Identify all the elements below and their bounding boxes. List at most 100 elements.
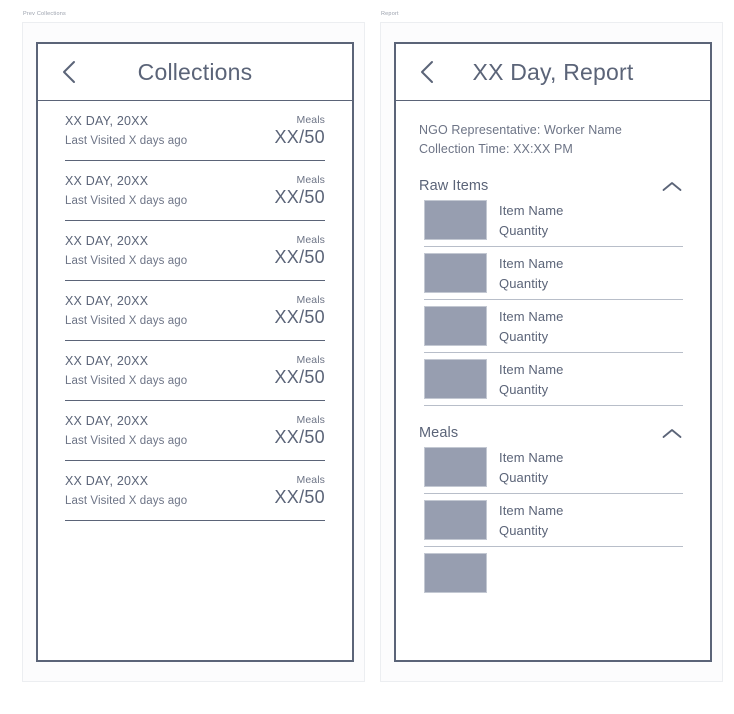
item-image-placeholder (424, 500, 487, 540)
collection-row-left: XX DAY, 20XX Last Visited X days ago (65, 174, 187, 207)
collection-last-visited: Last Visited X days ago (65, 135, 188, 147)
artboard-label-report: Report (381, 11, 399, 17)
item-quantity: Quantity (499, 469, 549, 485)
item-image-placeholder (424, 253, 487, 293)
chevron-up-glyph (662, 428, 682, 438)
item-quantity: Quantity (499, 328, 549, 344)
collection-row[interactable]: XX DAY, 20XX Last Visited X days ago Mea… (65, 161, 325, 221)
item-name: Item Name (499, 255, 564, 271)
collection-row-left: XX DAY, 20XX Last Visited X days ago (65, 234, 187, 267)
item-quantity: Quantity (499, 275, 549, 291)
item-text: Item Name Quantity (499, 503, 563, 538)
collection-meals-count: XX/50 (274, 367, 325, 387)
section-meals: Meals Item Name Quantity Item Name Quant… (419, 425, 687, 599)
collection-last-visited: Last Visited X days ago (65, 435, 188, 447)
back-button-report[interactable] (414, 59, 440, 85)
phone-frame-report: XX Day, Report NGO Representative: Worke… (394, 42, 712, 662)
page-title-collections: Collections (137, 58, 253, 85)
chevron-up-icon[interactable] (661, 179, 683, 193)
collection-row[interactable]: XX DAY, 20XX Last Visited X days ago Mea… (65, 401, 325, 461)
collection-row-right: Meals XX/50 (274, 294, 325, 328)
collection-meals-label: Meals (296, 414, 325, 426)
collection-meals-label: Meals (296, 114, 325, 126)
collection-time: Collection Time: XX:XX PM (419, 142, 573, 156)
chevron-left-icon (421, 61, 433, 83)
collection-date: XX DAY, 20XX (65, 174, 149, 188)
collection-row[interactable]: XX DAY, 20XX Last Visited X days ago Mea… (65, 461, 325, 521)
item-text: Item Name Quantity (499, 450, 563, 485)
report-item-row[interactable]: Item Name Quantity (424, 494, 683, 547)
section-header-meals[interactable]: Meals (419, 425, 687, 441)
artboard-report: Report XX Day, Report NGO Representative… (380, 11, 723, 682)
collection-last-visited: Last Visited X days ago (65, 375, 188, 387)
report-header: XX Day, Report (396, 44, 710, 101)
collection-meals-label: Meals (296, 234, 325, 246)
collection-date: XX DAY, 20XX (65, 474, 149, 488)
collection-row[interactable]: XX DAY, 20XX Last Visited X days ago Mea… (65, 101, 325, 161)
chevron-left-icon (63, 61, 75, 83)
collection-meals-count: XX/50 (274, 127, 325, 147)
item-name: Item Name (499, 308, 564, 324)
collection-date: XX DAY, 20XX (65, 294, 149, 308)
collection-date: XX DAY, 20XX (65, 234, 149, 248)
collection-row-left: XX DAY, 20XX Last Visited X days ago (65, 474, 187, 507)
collection-row-right: Meals XX/50 (274, 354, 325, 388)
collection-row-right: Meals XX/50 (274, 474, 325, 508)
collection-meals-label: Meals (296, 294, 325, 306)
section-title-meals: Meals (419, 425, 459, 441)
report-item-row[interactable]: Item Name Quantity (424, 300, 683, 353)
collection-last-visited: Last Visited X days ago (65, 315, 188, 327)
collection-meals-count: XX/50 (274, 247, 325, 267)
item-name: Item Name (499, 361, 564, 377)
ngo-representative: NGO Representative: Worker Name (419, 123, 622, 137)
item-text: Item Name Quantity (499, 256, 563, 291)
report-item-row-clipped[interactable] (424, 547, 683, 599)
chevron-up-icon[interactable] (661, 426, 683, 440)
section-raw-items: Raw Items Item Name Quantity Item Name Q… (419, 178, 687, 406)
report-item-row[interactable]: Item Name Quantity (424, 441, 683, 494)
back-button-collections[interactable] (56, 59, 82, 85)
item-quantity: Quantity (499, 222, 549, 238)
collection-row[interactable]: XX DAY, 20XX Last Visited X days ago Mea… (65, 221, 325, 281)
item-quantity: Quantity (499, 522, 549, 538)
collection-row-right: Meals XX/50 (274, 114, 325, 148)
collection-meals-count: XX/50 (274, 427, 325, 447)
item-text: Item Name Quantity (499, 309, 563, 344)
collection-row-right: Meals XX/50 (274, 414, 325, 448)
report-item-row[interactable]: Item Name Quantity (424, 194, 683, 247)
page-title-report: XX Day, Report (472, 58, 634, 85)
section-header-raw-items[interactable]: Raw Items (419, 178, 687, 194)
artboard-prev-collections: Prev Collections Collections XX DAY, 20X… (22, 11, 365, 682)
screenshot-canvas: Prev Collections Collections XX DAY, 20X… (0, 0, 734, 714)
collection-row-left: XX DAY, 20XX Last Visited X days ago (65, 414, 187, 447)
collection-row[interactable]: XX DAY, 20XX Last Visited X days ago Mea… (65, 341, 325, 401)
collection-last-visited: Last Visited X days ago (65, 495, 188, 507)
collection-row-right: Meals XX/50 (274, 234, 325, 268)
collection-meals-label: Meals (296, 354, 325, 366)
collection-last-visited: Last Visited X days ago (65, 195, 188, 207)
collection-row-right: Meals XX/50 (274, 174, 325, 208)
report-item-row[interactable]: Item Name Quantity (424, 247, 683, 300)
item-image-placeholder (424, 553, 487, 593)
collection-row-left: XX DAY, 20XX Last Visited X days ago (65, 354, 187, 387)
section-title-raw-items: Raw Items (419, 178, 489, 194)
collection-row-left: XX DAY, 20XX Last Visited X days ago (65, 114, 187, 147)
collection-row[interactable]: XX DAY, 20XX Last Visited X days ago Mea… (65, 281, 325, 341)
collections-header: Collections (38, 44, 352, 101)
collection-meals-count: XX/50 (274, 187, 325, 207)
item-text: Item Name Quantity (499, 203, 563, 238)
item-image-placeholder (424, 447, 487, 487)
collections-list: XX DAY, 20XX Last Visited X days ago Mea… (38, 101, 352, 521)
collection-meals-count: XX/50 (274, 487, 325, 507)
collection-meals-label: Meals (296, 174, 325, 186)
item-image-placeholder (424, 200, 487, 240)
collection-date: XX DAY, 20XX (65, 414, 149, 428)
collection-row-left: XX DAY, 20XX Last Visited X days ago (65, 294, 187, 327)
item-name: Item Name (499, 202, 564, 218)
item-image-placeholder (424, 306, 487, 346)
report-item-row[interactable]: Item Name Quantity (424, 353, 683, 406)
item-name: Item Name (499, 502, 564, 518)
collection-meals-count: XX/50 (274, 307, 325, 327)
report-content: NGO Representative: Worker Name Collecti… (396, 101, 710, 599)
collection-date: XX DAY, 20XX (65, 114, 149, 128)
